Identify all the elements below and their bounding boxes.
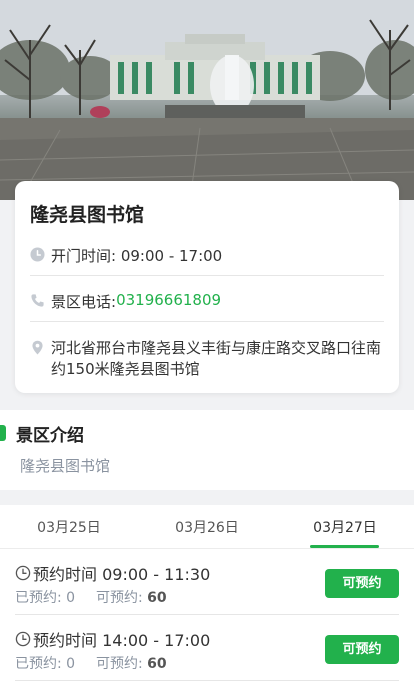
available-count: 60 [147,590,167,606]
divider [30,321,384,322]
slot-time-text: 预约时间 09:00 - 11:30 [33,565,211,584]
page-title: 隆尧县图书馆 [30,204,145,226]
clock-icon [15,565,31,581]
location-pin-icon [32,340,43,355]
booked-count: 0 [66,590,76,606]
section-accent-bar [0,425,6,441]
slot-counts: 已预约: 0 可预约: 60 [15,587,167,607]
library-photo [0,0,414,200]
available-count: 60 [147,656,167,672]
divider [15,680,399,681]
opening-hours-text: 开门时间: 09:00 - 17:00 [51,247,223,265]
tab-date-3[interactable]: 03月27日 [276,517,414,537]
book-button[interactable]: 可预约 [325,569,399,598]
opening-hours: 开门时间: 09:00 - 17:00 [30,245,384,266]
tab-date-1[interactable]: 03月25日 [0,517,138,537]
phone-row[interactable]: 景区电话: 03196661809 [30,291,384,312]
slot-counts: 已预约: 0 可预约: 60 [15,653,167,673]
phone-icon [31,294,44,307]
time-slot: 预约时间 09:00 - 11:30 已预约: 0 可预约: 60 可预约 [0,549,414,615]
phone-label: 景区电话: [51,293,117,311]
booking-section: 03月25日 03月26日 03月27日 预约时间 09:00 - 11:30 … [0,505,414,692]
active-tab-indicator [310,545,379,548]
intro-section: 景区介绍 隆尧县图书馆 [0,410,414,490]
divider [30,275,384,276]
slot-time: 预约时间 14:00 - 17:00 [15,627,210,651]
intro-title: 景区介绍 [16,426,84,446]
booked-label: 已预约: [15,656,62,672]
address-text: 河北省邢台市隆尧县义丰街与康庄路交叉路口往南约150米隆尧县图书馆 [51,339,382,378]
slot-time: 预约时间 09:00 - 11:30 [15,561,210,585]
info-card: 隆尧县图书馆 开门时间: 09:00 - 17:00 景区电话: 0319666… [15,181,399,393]
time-slot: 预约时间 14:00 - 17:00 已预约: 0 可预约: 60 可预约 [0,615,414,681]
available-label: 可预约: [96,656,143,672]
date-tabs: 03月25日 03月26日 03月27日 [0,505,414,549]
clock-icon [30,247,45,262]
tab-date-2[interactable]: 03月26日 [138,517,276,537]
intro-text: 隆尧县图书馆 [20,457,111,475]
hero-photo [0,0,414,200]
available-label: 可预约: [96,590,143,606]
book-button[interactable]: 可预约 [325,635,399,664]
booked-count: 0 [66,656,76,672]
clock-icon [15,631,31,647]
phone-number-link[interactable]: 03196661809 [116,291,221,309]
booked-label: 已预约: [15,590,62,606]
slot-time-text: 预约时间 14:00 - 17:00 [33,631,211,650]
address-row: 河北省邢台市隆尧县义丰街与康庄路交叉路口往南约150米隆尧县图书馆 [30,338,384,380]
